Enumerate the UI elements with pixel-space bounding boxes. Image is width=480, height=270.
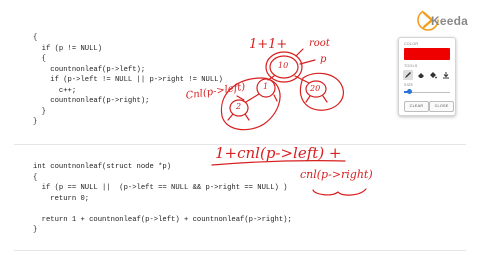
node-root-value: 10 — [278, 61, 289, 70]
size-label: SIZE — [404, 83, 414, 87]
size-slider[interactable] — [404, 89, 450, 94]
whiteboard-canvas[interactable]: { if (p != NULL) { countnonleaf(p->left)… — [0, 0, 480, 270]
tool-row — [403, 70, 451, 80]
pen-icon — [405, 72, 411, 78]
code-block-top: { if (p != NULL) { countnonleaf(p->left)… — [33, 34, 223, 126]
color-swatch[interactable] — [404, 48, 450, 60]
tree-edge — [267, 75, 275, 81]
label-arrow — [236, 95, 245, 101]
node-leftleft-value: 2 — [236, 102, 242, 111]
drawing-tools-panel: COLOR TOOLS SIZE CLEAR CLOSE — [398, 37, 456, 116]
fill-icon — [430, 72, 438, 79]
right-subtree-outline — [299, 72, 344, 111]
p-label: p — [320, 54, 327, 65]
root-pointer-arrow — [295, 48, 304, 57]
code-block-bottom: int countnonleaf(struct node *p) { if (p… — [33, 163, 292, 234]
tools-label: TOOLS — [404, 64, 418, 68]
eraser-tool-button[interactable] — [416, 70, 426, 80]
count-label: 1+1+ — [249, 37, 288, 52]
clear-button[interactable]: CLEAR — [404, 101, 429, 112]
section-divider — [14, 250, 466, 251]
brand-logo: Keeda — [416, 8, 476, 34]
leaf-stubs — [227, 94, 328, 121]
root-label: root — [309, 38, 330, 49]
p-pointer-arrow — [299, 59, 316, 65]
node-right-value: 20 — [310, 84, 321, 93]
fill-tool-button[interactable] — [428, 70, 438, 80]
color-label: COLOR — [404, 42, 419, 46]
tree-edge — [294, 75, 310, 84]
tree-edge — [245, 93, 260, 103]
formula-top: 1+cnl(p->left) + — [215, 144, 342, 162]
download-icon — [442, 72, 449, 79]
download-tool-button[interactable] — [441, 70, 451, 80]
size-slider-thumb[interactable] — [407, 89, 413, 94]
pen-tool-button[interactable] — [403, 70, 413, 80]
formula-brace — [312, 188, 367, 196]
brand-name: Keeda — [431, 14, 469, 28]
node-left-value: 1 — [263, 82, 269, 91]
close-button[interactable]: CLOSE — [429, 101, 454, 112]
eraser-icon — [417, 73, 424, 78]
formula-bottom: cnl(p->right) — [300, 168, 373, 181]
